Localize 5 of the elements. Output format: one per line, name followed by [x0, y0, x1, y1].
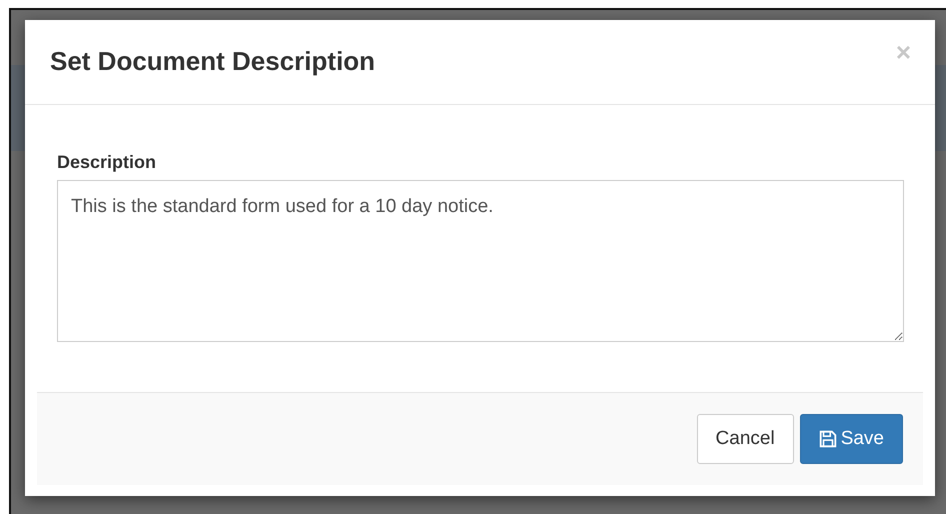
description-field[interactable]: This is the standard form used for a 10 day notice.	[57, 180, 904, 342]
save-button[interactable]: Save	[800, 414, 903, 464]
dialog-title: Set Document Description	[50, 46, 376, 78]
cancel-button[interactable]: Cancel	[696, 414, 794, 464]
field-label: Description	[57, 151, 158, 174]
